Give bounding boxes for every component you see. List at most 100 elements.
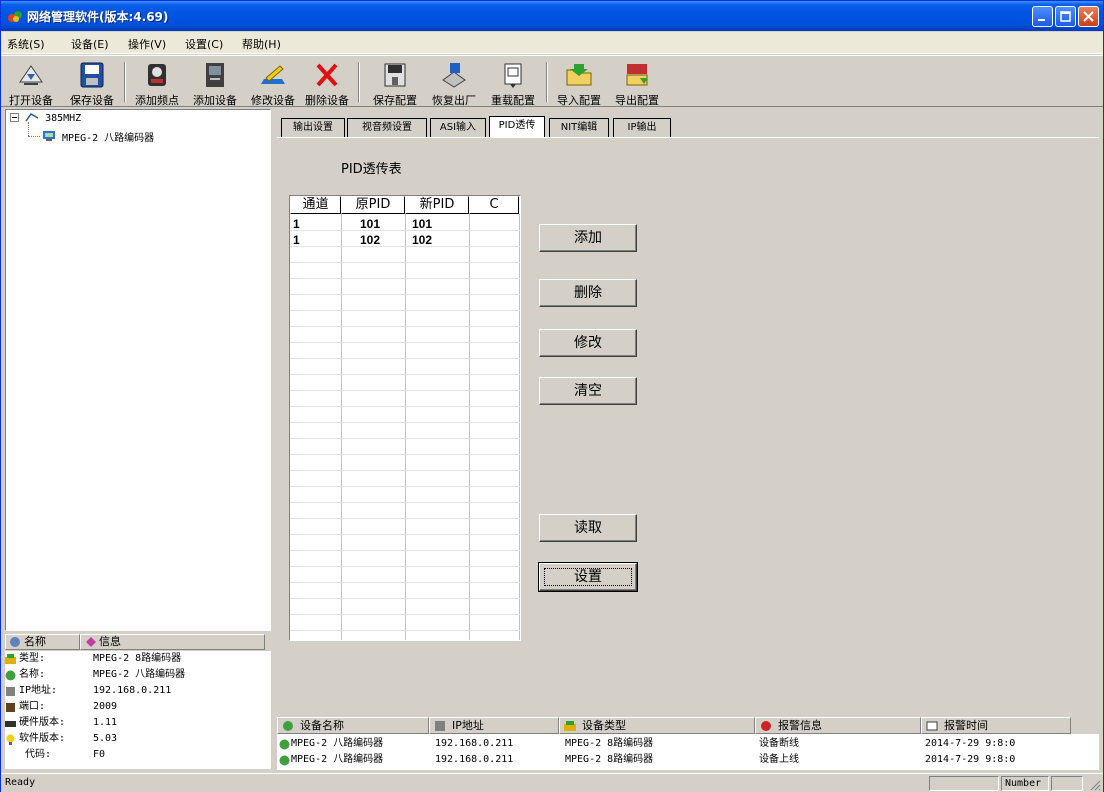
tree-root-node[interactable]: 385MHZ — [10, 112, 81, 124]
pid-table[interactable]: 通道 原PID 新PID C 1 101 101 1 102 102 — [289, 195, 521, 641]
status-mode: Number — [1001, 776, 1049, 791]
menu-settings[interactable]: 设置(C) — [185, 36, 223, 52]
clear-button[interactable]: 清空 — [539, 377, 637, 405]
menu-help[interactable]: 帮助(H) — [242, 36, 281, 52]
save-device-button[interactable]: 保存设备 — [63, 58, 121, 107]
grid-line — [290, 374, 520, 375]
grid-line — [290, 230, 520, 231]
log-col-device-type[interactable]: 设备类型 — [559, 717, 755, 734]
grid-line — [290, 454, 520, 455]
grid-line — [290, 550, 520, 551]
tab-av-settings[interactable]: 视音频设置 — [347, 118, 427, 137]
app-icon — [8, 11, 22, 22]
tab-nit-edit[interactable]: NIT编辑 — [549, 118, 609, 137]
import-config-button[interactable]: 导入配置 — [551, 58, 607, 107]
modify-device-button[interactable]: 修改设备 — [245, 58, 301, 107]
save-device-icon — [80, 62, 104, 88]
export-config-button[interactable]: 导出配置 — [609, 58, 665, 107]
grid-line — [290, 326, 520, 327]
collapse-icon[interactable] — [10, 113, 19, 122]
log-col-alarm-time[interactable]: 报警时间 — [921, 717, 1071, 734]
toolbar: 打开设备 保存设备 添加频点 添加设备 修改设备 删除设备 保存配置 恢复出厂 … — [1, 55, 1103, 107]
pid-cell[interactable]: 101 — [412, 217, 432, 231]
toolbar-separator — [546, 62, 548, 102]
status-pane — [929, 776, 999, 791]
grid-line — [290, 534, 520, 535]
save-config-button[interactable]: 保存配置 — [367, 58, 423, 107]
panel-splitter[interactable] — [273, 109, 276, 771]
col-channel[interactable]: 通道 — [290, 196, 341, 214]
focus-rect — [544, 568, 632, 586]
grid-line — [290, 406, 520, 407]
read-button[interactable]: 读取 — [539, 514, 637, 542]
tree-line — [28, 122, 29, 136]
grid-line — [290, 278, 520, 279]
toolbar-separator — [124, 62, 126, 102]
factory-reset-icon — [442, 63, 466, 88]
grid-line — [290, 470, 520, 471]
add-device-button[interactable]: 添加设备 — [187, 58, 243, 107]
ip-icon — [6, 687, 15, 696]
delete-button[interactable]: 删除 — [539, 279, 637, 307]
set-button[interactable]: 设置 — [538, 562, 638, 592]
grid-line — [290, 422, 520, 423]
pid-cell[interactable]: 1 — [293, 233, 300, 247]
status-bar: Ready Number — [1, 773, 1103, 792]
col-new-pid[interactable]: 新PID — [405, 196, 469, 214]
grid-line — [290, 358, 520, 359]
col-c[interactable]: C — [469, 196, 519, 214]
factory-reset-button[interactable]: 恢复出厂 — [425, 58, 483, 107]
tab-pid-passthrough[interactable]: PID透传 — [489, 116, 545, 137]
minimize-button[interactable] — [1032, 6, 1053, 27]
tab-asi-input[interactable]: ASI输入 — [430, 118, 486, 137]
info-col-name[interactable]: 名称 — [5, 634, 80, 650]
grid-line — [290, 390, 520, 391]
grid-line — [290, 294, 520, 295]
reload-config-button[interactable]: 重载配置 — [485, 58, 541, 107]
grid-line — [290, 566, 520, 567]
modify-button[interactable]: 修改 — [539, 329, 637, 357]
grid-line — [290, 262, 520, 263]
alarm-log-list[interactable]: MPEG-2 八路编码器 192.168.0.211 MPEG-2 8路编码器 … — [277, 734, 1099, 770]
device-tree[interactable]: 385MHZ MPEG-2 八路编码器 — [5, 109, 271, 631]
log-header: 设备名称 IP地址 设备类型 报警信息 报警时间 — [277, 717, 1099, 734]
log-col-device-name[interactable]: 设备名称 — [277, 717, 429, 734]
open-device-button[interactable]: 打开设备 — [1, 58, 61, 107]
reload-config-icon — [504, 63, 522, 88]
close-icon — [1083, 11, 1094, 22]
grid-line — [290, 630, 520, 631]
log-row[interactable]: MPEG-2 八路编码器 192.168.0.211 MPEG-2 8路编码器 … — [277, 736, 1099, 752]
pid-cell[interactable]: 1 — [293, 217, 300, 231]
pid-cell[interactable]: 101 — [360, 217, 380, 231]
delete-device-button[interactable]: 删除设备 — [303, 58, 351, 107]
info-col-info[interactable]: 信息 — [80, 634, 265, 650]
tab-output-settings[interactable]: 输出设置 — [281, 118, 345, 137]
window-title: 网络管理软件(版本:4.69) — [27, 10, 169, 24]
add-button[interactable]: 添加 — [539, 224, 637, 252]
grid-line — [290, 502, 520, 503]
grid-line — [290, 486, 520, 487]
resize-grip-icon[interactable] — [1089, 779, 1101, 791]
add-freq-button[interactable]: 添加频点 — [129, 58, 185, 107]
pid-cell[interactable]: 102 — [360, 233, 380, 247]
encoder-device-icon — [43, 131, 55, 141]
close-button[interactable] — [1078, 6, 1099, 27]
device-name-icon — [283, 721, 293, 731]
status-pane — [1051, 776, 1083, 791]
maximize-button[interactable] — [1055, 6, 1076, 27]
col-orig-pid[interactable]: 原PID — [341, 196, 405, 214]
menu-device[interactable]: 设备(E) — [71, 36, 109, 52]
log-row[interactable]: MPEG-2 八路编码器 192.168.0.211 MPEG-2 8路编码器 … — [277, 752, 1099, 768]
title-bar[interactable]: 网络管理软件(版本:4.69) — [1, 1, 1103, 31]
log-col-ip[interactable]: IP地址 — [429, 717, 559, 734]
menu-system[interactable]: 系统(S) — [7, 36, 45, 52]
pid-cell[interactable]: 102 — [412, 233, 432, 247]
grid-line — [290, 438, 520, 439]
tree-device-node[interactable]: MPEG-2 八路编码器 — [42, 129, 154, 144]
tab-ip-output[interactable]: IP输出 — [613, 118, 671, 137]
grid-line — [290, 246, 520, 247]
import-config-icon — [566, 64, 592, 86]
log-col-alarm-info[interactable]: 报警信息 — [755, 717, 921, 734]
name-header-icon — [10, 637, 20, 647]
menu-operation[interactable]: 操作(V) — [128, 36, 166, 52]
